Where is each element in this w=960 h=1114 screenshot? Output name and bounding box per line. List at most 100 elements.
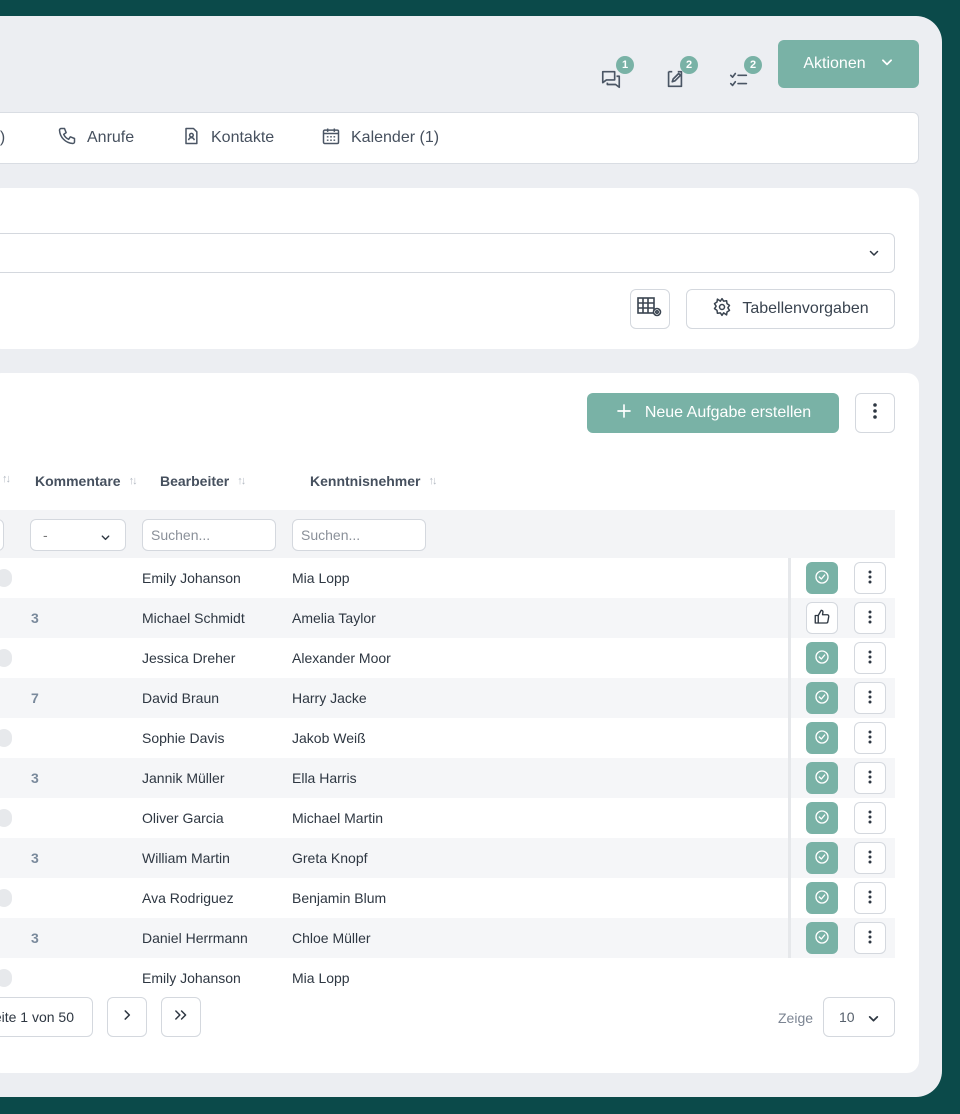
- column-header-observer[interactable]: Kenntnisnehmer ↑↓: [310, 473, 437, 489]
- comments-button[interactable]: 1: [598, 56, 634, 94]
- complete-button[interactable]: [806, 562, 838, 594]
- row-actions: [788, 918, 895, 958]
- notes-button[interactable]: 2: [662, 56, 698, 94]
- row-more-button[interactable]: [854, 642, 886, 674]
- table-row[interactable]: 3 Jannik Müller Ella Harris: [0, 758, 895, 798]
- table-row[interactable]: 3 Daniel Herrmann Chloe Müller: [0, 918, 895, 958]
- table-row[interactable]: Oliver Garcia Michael Martin: [0, 798, 895, 838]
- status-pill: [0, 729, 12, 747]
- sort-icon: ↑↓: [128, 475, 138, 487]
- row-actions: [788, 838, 895, 878]
- thumbs-up-icon: [813, 608, 831, 629]
- tasks-table-card: Neue Aufgabe erstellen ↑↓ Kommentare ↑↓ …: [0, 373, 919, 1073]
- row-actions: [788, 558, 895, 598]
- check-circle-icon: [814, 889, 830, 908]
- page-label: Seite 1 von 50: [0, 1009, 74, 1025]
- chevron-down-icon: [868, 246, 880, 264]
- comment-count: 7: [31, 690, 39, 706]
- more-vertical-icon: [868, 730, 872, 747]
- more-vertical-icon: [868, 570, 872, 587]
- table-more-button[interactable]: [855, 393, 895, 433]
- last-page-button[interactable]: [161, 997, 201, 1037]
- page-size-label: Zeige: [778, 1010, 814, 1026]
- sort-icon: ↑↓: [428, 475, 437, 487]
- table-row[interactable]: Jessica Dreher Alexander Moor: [0, 638, 895, 678]
- tasks-button[interactable]: 2: [726, 56, 762, 94]
- observer-cell: Benjamin Blum: [292, 890, 387, 906]
- actions-label: Aktionen: [803, 55, 866, 72]
- next-page-button[interactable]: [107, 997, 147, 1037]
- row-more-button[interactable]: [854, 762, 886, 794]
- chevron-down-icon: [867, 1012, 880, 1028]
- comments-badge: 1: [616, 56, 634, 74]
- table-presets-button[interactable]: Tabellenvorgaben: [686, 289, 895, 329]
- approve-button[interactable]: [806, 602, 838, 634]
- tab-contacts[interactable]: Kontakte: [181, 113, 274, 163]
- complete-button[interactable]: [806, 922, 838, 954]
- observer-search-input[interactable]: [292, 519, 426, 551]
- check-circle-icon: [814, 849, 830, 868]
- row-more-button[interactable]: [854, 722, 886, 754]
- column-header-assignee[interactable]: Bearbeiter ↑↓: [160, 473, 246, 489]
- complete-button[interactable]: [806, 682, 838, 714]
- comment-count: 3: [31, 850, 39, 866]
- more-vertical-icon: [868, 890, 872, 907]
- tab-label: Anrufe: [87, 129, 135, 146]
- table-row[interactable]: 7 David Braun Harry Jacke: [0, 678, 895, 718]
- complete-button[interactable]: [806, 642, 838, 674]
- tasks-badge: 2: [744, 56, 762, 74]
- row-actions: [788, 638, 895, 678]
- table-row[interactable]: Sophie Davis Jakob Weiß: [0, 718, 895, 758]
- observer-cell: Ella Harris: [292, 770, 357, 786]
- observer-cell: Mia Lopp: [292, 970, 350, 986]
- complete-button[interactable]: [806, 762, 838, 794]
- row-more-button[interactable]: [854, 882, 886, 914]
- complete-button[interactable]: [806, 802, 838, 834]
- page-size-select[interactable]: 10: [823, 997, 895, 1037]
- row-more-button[interactable]: [854, 562, 886, 594]
- more-vertical-icon: [872, 402, 878, 425]
- tab-calendar[interactable]: Kalender (1): [321, 113, 439, 163]
- notes-badge: 2: [680, 56, 698, 74]
- app-window: 1 2 2 Aktionen 1) Anrufe: [0, 16, 942, 1097]
- observer-cell: Michael Martin: [292, 810, 384, 826]
- phone-icon: [57, 126, 77, 151]
- table-row[interactable]: Ava Rodriguez Benjamin Blum: [0, 878, 895, 918]
- assignee-cell: Emily Johanson: [142, 970, 241, 986]
- table-row[interactable]: 3 William Martin Greta Knopf: [0, 838, 895, 878]
- row-more-button[interactable]: [854, 922, 886, 954]
- table-row[interactable]: 3 Michael Schmidt Amelia Taylor: [0, 598, 895, 638]
- complete-button[interactable]: [806, 722, 838, 754]
- row-more-button[interactable]: [854, 842, 886, 874]
- tab-calls[interactable]: Anrufe: [57, 113, 134, 163]
- actions-button[interactable]: Aktionen: [778, 40, 919, 88]
- observer-cell: Harry Jacke: [292, 690, 367, 706]
- filter-input-partial[interactable]: [0, 519, 4, 551]
- complete-button[interactable]: [806, 842, 838, 874]
- row-more-button[interactable]: [854, 682, 886, 714]
- new-task-button[interactable]: Neue Aufgabe erstellen: [587, 393, 839, 433]
- sort-icon-partial[interactable]: ↑↓: [2, 473, 11, 485]
- plus-icon: [615, 402, 633, 425]
- tab-partial[interactable]: 1): [0, 113, 5, 163]
- filter-card: Tabellenvorgaben: [0, 188, 919, 349]
- column-header-comments[interactable]: Kommentare ↑↓: [35, 473, 138, 489]
- comments-filter-select[interactable]: -: [30, 519, 126, 551]
- table-settings-button[interactable]: [630, 289, 670, 329]
- table-row[interactable]: Emily Johanson Mia Lopp: [0, 558, 895, 598]
- row-more-button[interactable]: [854, 802, 886, 834]
- column-header-label: Kommentare: [35, 473, 121, 489]
- row-actions: [788, 798, 895, 838]
- table-row[interactable]: Emily Johanson Mia Lopp: [0, 958, 895, 998]
- view-select[interactable]: [0, 233, 895, 273]
- row-more-button[interactable]: [854, 602, 886, 634]
- row-actions: [788, 718, 895, 758]
- module-tabs: 1) Anrufe Kontakte Kalender (1): [0, 112, 919, 164]
- page-size-value: 10: [839, 1009, 855, 1025]
- assignee-search-input[interactable]: [142, 519, 276, 551]
- complete-button[interactable]: [806, 882, 838, 914]
- page-indicator: Seite 1 von 50: [0, 997, 93, 1037]
- column-header-label: Bearbeiter: [160, 473, 230, 489]
- check-circle-icon: [814, 649, 830, 668]
- tab-label: Kalender (1): [351, 129, 440, 146]
